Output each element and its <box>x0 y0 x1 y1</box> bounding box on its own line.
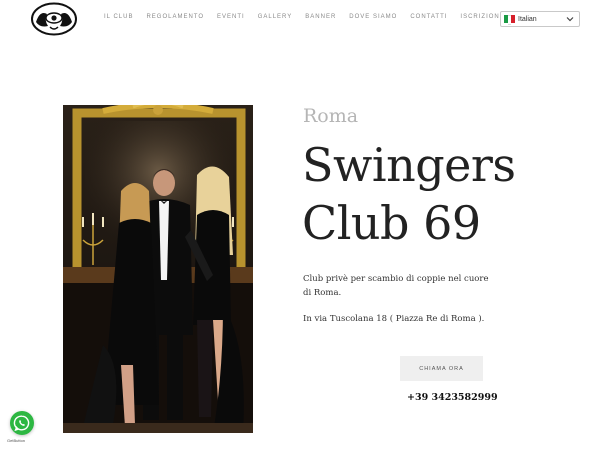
nav-gallery[interactable]: GALLERY <box>258 14 293 20</box>
club-logo[interactable] <box>30 2 78 36</box>
call-now-button[interactable]: CHIAMA ORA <box>400 356 483 381</box>
hero-photo <box>63 105 253 433</box>
nav-contatti[interactable]: CONTATTI <box>410 14 447 20</box>
nav-dove-siamo[interactable]: DOVE SIAMO <box>349 14 397 20</box>
italy-flag-icon <box>504 15 516 25</box>
club-address: In via Tuscolana 18 ( Piazza Re di Roma … <box>303 314 485 324</box>
city-subtitle: Roma <box>303 105 359 127</box>
nav-il-club[interactable]: IL CLUB <box>104 14 133 20</box>
phone-link[interactable]: +39 3423582999 <box>407 392 498 403</box>
page: IL CLUB REGOLAMENTO EVENTI GALLERY BANNE… <box>0 0 600 450</box>
chevron-down-icon <box>566 17 574 22</box>
title-line-2: Club 69 <box>302 196 481 250</box>
nav-banner[interactable]: BANNER <box>305 14 336 20</box>
site-header: IL CLUB REGOLAMENTO EVENTI GALLERY BANNE… <box>0 0 600 40</box>
nav-regolamento[interactable]: REGOLAMENTO <box>146 14 204 20</box>
language-label: Italian <box>518 15 537 23</box>
getbutton-credit[interactable]: GetButton <box>7 438 25 443</box>
page-title: Swingers Club 69 <box>302 136 592 252</box>
title-line-1: Swingers <box>302 138 516 192</box>
nav-eventi[interactable]: EVENTI <box>217 14 245 20</box>
language-selector[interactable]: Italian <box>500 11 580 27</box>
main-nav: IL CLUB REGOLAMENTO EVENTI GALLERY BANNE… <box>104 14 518 20</box>
whatsapp-button[interactable] <box>10 411 34 435</box>
club-description: Club privè per scambio di coppie nel cuo… <box>303 274 489 298</box>
nav-iscrizione[interactable]: ISCRIZIONE <box>460 14 504 20</box>
whatsapp-icon <box>13 415 30 432</box>
